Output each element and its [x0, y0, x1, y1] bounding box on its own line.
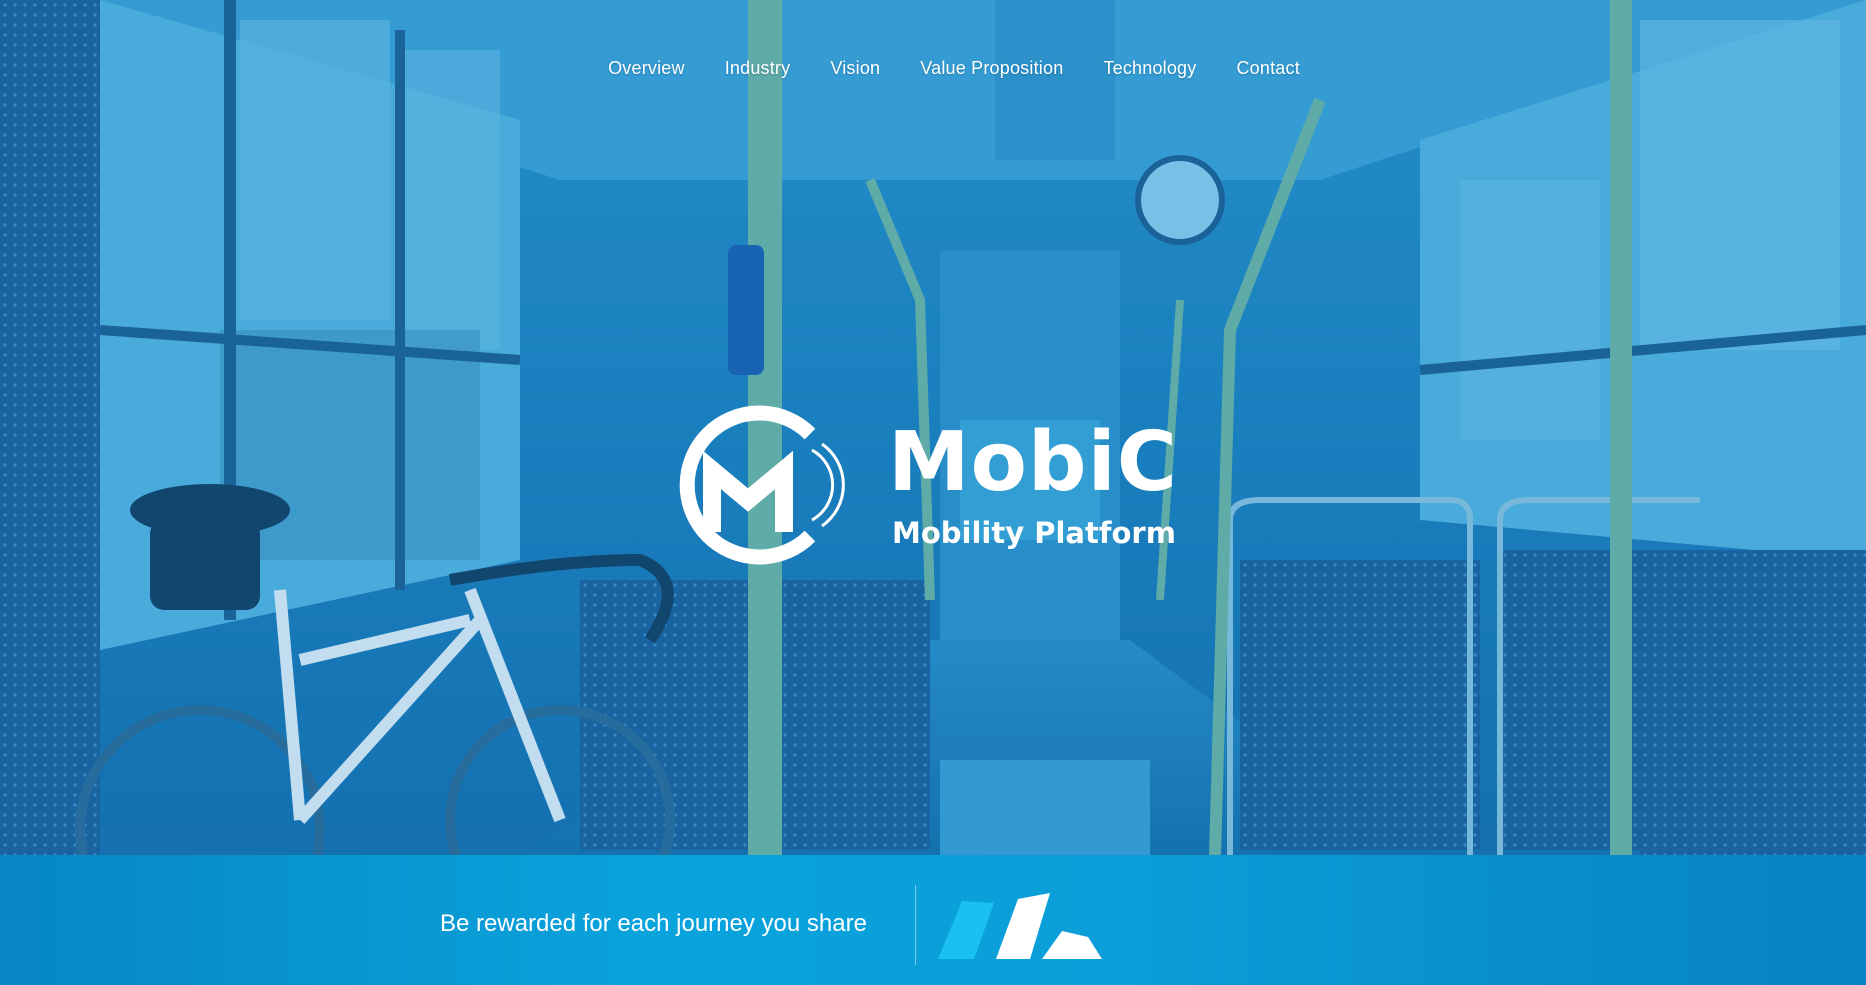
footer-slogan: Be rewarded for each journey you share — [440, 910, 867, 937]
brand-tagline: Mobility Platform — [892, 516, 1176, 550]
brand-lockup: MobiC Mobility Platform — [660, 400, 1180, 570]
main-navigation: Overview Industry Vision Value Propositi… — [0, 58, 1866, 79]
footer-divider — [915, 885, 916, 965]
nav-link-industry[interactable]: Industry — [725, 58, 791, 79]
partner-logo-icon — [938, 893, 1102, 959]
hero-section: Overview Industry Vision Value Propositi… — [0, 0, 1866, 855]
nav-link-overview[interactable]: Overview — [608, 58, 685, 79]
footer-banner: Be rewarded for each journey you share — [0, 855, 1866, 985]
mobic-cm-logo-icon — [679, 405, 845, 565]
brand-name: MobiC — [888, 415, 1178, 510]
nav-link-value-proposition[interactable]: Value Proposition — [920, 58, 1063, 79]
landing-page: Overview Industry Vision Value Propositi… — [0, 0, 1866, 985]
nav-link-technology[interactable]: Technology — [1103, 58, 1196, 79]
nav-link-vision[interactable]: Vision — [830, 58, 880, 79]
nav-link-contact[interactable]: Contact — [1236, 58, 1299, 79]
